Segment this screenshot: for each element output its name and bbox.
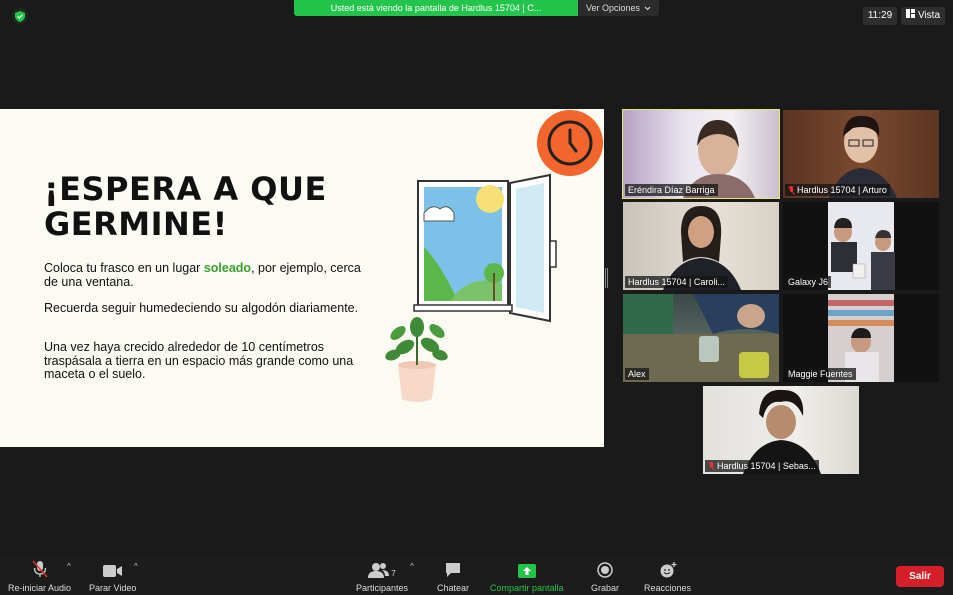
video-tile[interactable]: Hardlus 15704 | Sebas... [703, 386, 859, 474]
participant-name-label: Hardlus 15704 | Caroli... [625, 276, 728, 288]
participant-name-label: Galaxy J6 [785, 276, 832, 288]
participants-options-caret-icon[interactable]: ^ [410, 562, 414, 571]
record-icon [597, 560, 613, 578]
video-tile[interactable]: Galaxy J6 [783, 202, 939, 290]
zoom-meeting-window: Usted está viendo la pantalla de Hardlus… [0, 0, 953, 595]
share-screen-icon [517, 560, 536, 578]
video-button[interactable]: Parar Video [89, 560, 136, 593]
participant-name-label: Hardlus 15704 | Sebas... [705, 460, 819, 472]
participants-icon: 7 [368, 560, 396, 578]
share-screen-label: Compartir pantalla [490, 583, 564, 593]
screen-share-banner: Usted está viendo la pantalla de Hardlus… [294, 0, 660, 16]
audio-options-caret-icon[interactable]: ^ [67, 562, 71, 571]
participants-button[interactable]: 7 Participantes [356, 560, 408, 593]
grid-view-icon [905, 7, 915, 25]
participants-label: Participantes [356, 583, 409, 593]
participant-name: Galaxy J6 [788, 277, 829, 287]
mic-muted-icon [788, 185, 795, 195]
chat-label: Chatear [437, 583, 470, 593]
open-window-illustration [410, 173, 560, 330]
slide-paragraph-watering: Recuerda seguir humedeciendo su algodón … [44, 301, 359, 315]
view-options-label: Ver Opciones [586, 3, 641, 13]
microphone-muted-icon [31, 560, 49, 578]
participant-name-label: Maggie Fuentes [785, 368, 856, 380]
meeting-clock: 11:29 [863, 7, 897, 25]
clock-icon [536, 109, 604, 182]
view-label: Vista [917, 10, 941, 21]
participant-name-label: Eréndira Díaz Barriga [625, 184, 718, 196]
mic-muted-icon [708, 461, 715, 471]
video-camera-icon [102, 560, 123, 578]
chat-button[interactable]: Chatear [437, 560, 469, 593]
participant-name-label: Hardlus 15704 | Arturo [785, 184, 890, 196]
leave-button[interactable]: Salir [896, 566, 944, 587]
panel-resize-handle[interactable] [605, 268, 608, 288]
video-label: Parar Video [89, 583, 137, 593]
video-tile[interactable]: Maggie Fuentes [783, 294, 939, 382]
video-tile[interactable]: Hardlus 15704 | Caroli... [623, 202, 779, 290]
video-tile[interactable]: Hardlus 15704 | Arturo [783, 110, 939, 198]
participant-name: Hardlus 15704 | Arturo [797, 185, 887, 195]
participant-name: Hardlus 15704 | Caroli... [628, 277, 725, 287]
reactions-button[interactable]: Reacciones [644, 560, 691, 593]
slide-paragraph-transplant: Una vez haya crecido alrededor de 10 cen… [44, 340, 354, 381]
share-banner-message: Usted está viendo la pantalla de Hardlus… [294, 0, 578, 16]
participant-name: Hardlus 15704 | Sebas... [717, 461, 816, 471]
audio-button[interactable]: Re-iniciar Audio [8, 560, 71, 593]
paragraph-text: Coloca tu frasco en un lugar [44, 261, 204, 275]
participant-name: Eréndira Díaz Barriga [628, 185, 715, 195]
smiley-plus-icon [659, 560, 677, 578]
highlight-word: soleado [203, 261, 252, 275]
potted-plant-illustration [380, 313, 454, 410]
view-options-button[interactable]: Ver Opciones [578, 0, 660, 16]
video-tile[interactable]: Eréndira Díaz Barriga [622, 109, 780, 199]
shared-screen-slide: ¡ESPERA A QUE GERMINE! Coloca tu frasco … [0, 109, 604, 447]
chevron-down-icon [644, 0, 651, 16]
reactions-label: Reacciones [644, 583, 692, 593]
view-button[interactable]: Vista [901, 7, 945, 25]
video-options-caret-icon[interactable]: ^ [134, 562, 138, 571]
slide-paragraph-sunny: Coloca tu frasco en un lugar soleado, po… [44, 261, 364, 289]
audio-label: Re-iniciar Audio [8, 583, 72, 593]
participant-name: Maggie Fuentes [788, 369, 853, 379]
chat-bubble-icon [445, 560, 461, 578]
participant-name-label: Alex [625, 368, 649, 380]
video-tile[interactable]: Alex [623, 294, 779, 382]
share-screen-button[interactable]: Compartir pantalla [490, 560, 564, 593]
record-label: Grabar [591, 583, 620, 593]
participant-name: Alex [628, 369, 646, 379]
record-button[interactable]: Grabar [591, 560, 619, 593]
security-shield-icon[interactable] [12, 8, 28, 24]
meeting-toolbar: Re-iniciar Audio ^ Parar Video ^ 7 Parti… [0, 556, 953, 595]
participants-count: 7 [391, 569, 396, 578]
slide-title: ¡ESPERA A QUE GERMINE! [44, 170, 327, 243]
